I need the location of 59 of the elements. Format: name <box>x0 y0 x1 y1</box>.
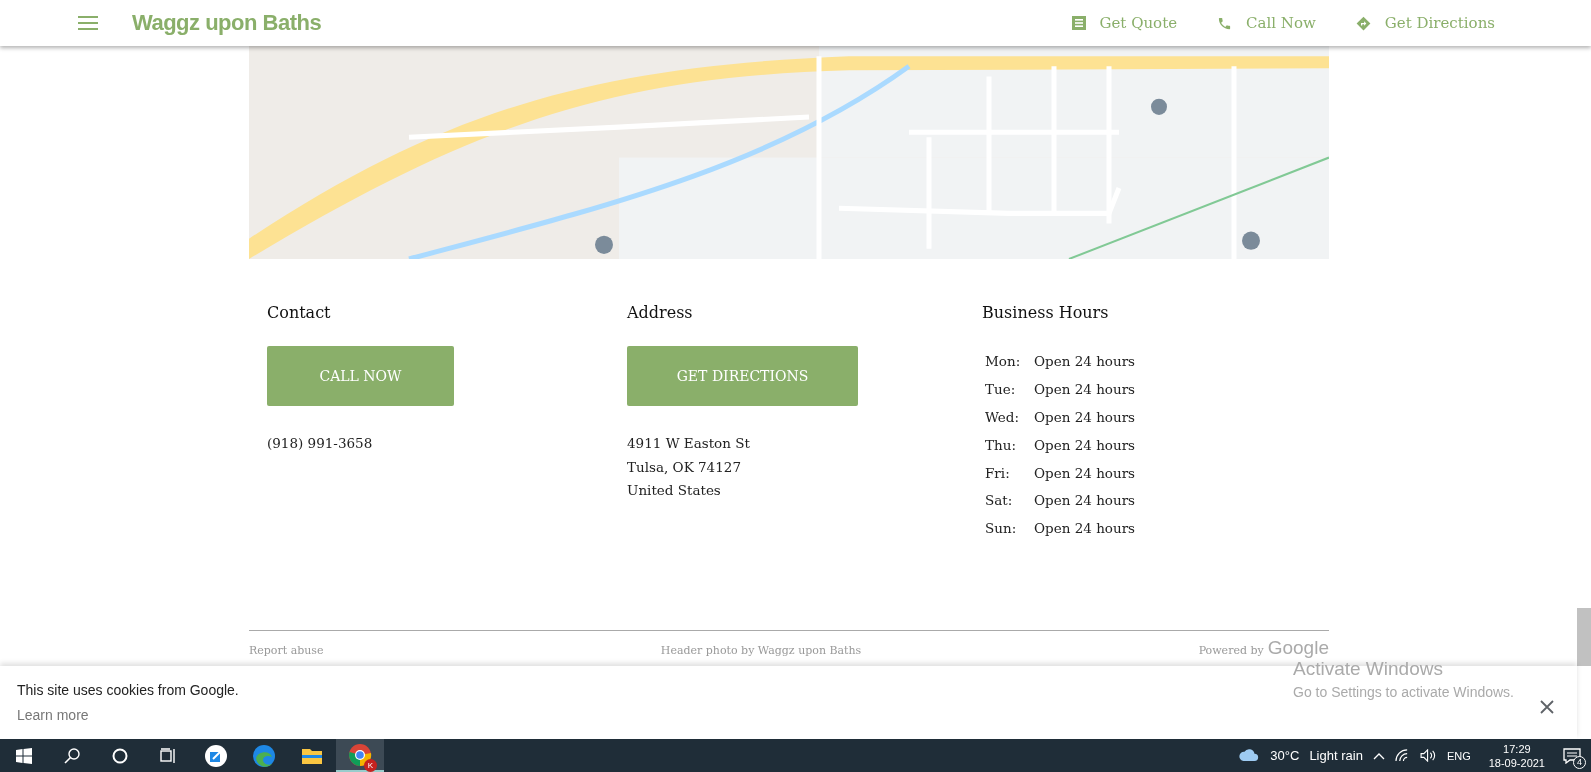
app-icon <box>204 743 228 768</box>
report-abuse-link[interactable]: Report abuse <box>249 644 324 657</box>
directions-icon <box>1355 15 1371 31</box>
task-view-icon <box>160 747 176 764</box>
wifi-icon[interactable] <box>1394 749 1410 762</box>
google-logo: Google <box>1267 639 1329 657</box>
browser-icon <box>252 743 276 768</box>
browser-icon <box>348 742 372 767</box>
hours-value: Open 24 hours <box>1034 435 1136 455</box>
activation-message: Go to Settings to activate Windows. <box>1293 684 1514 700</box>
cloud-icon <box>1238 748 1261 763</box>
notification-count: 4 <box>1573 755 1586 769</box>
call-now-button[interactable]: CALL NOW <box>267 346 454 406</box>
close-icon[interactable] <box>1540 699 1554 714</box>
notification-icon[interactable] <box>1563 747 1581 764</box>
day-label: Tue: <box>985 379 1017 399</box>
hours-value: Open 24 hours <box>1034 407 1136 427</box>
temperature: 30°C <box>1270 748 1300 763</box>
day-label: Thu: <box>985 435 1017 455</box>
learn-more-link[interactable]: Learn more <box>17 707 239 723</box>
address-line: 4911 W Easton St <box>627 434 751 453</box>
clock-time[interactable]: 17:29 <box>1503 741 1531 756</box>
day-label: Fri: <box>985 463 1011 483</box>
header-link[interactable]: Get Quote <box>1071 14 1178 32</box>
address-line: Tulsa, OK 74127 <box>627 457 742 477</box>
powered-by-text: Powered by <box>1198 644 1264 657</box>
list-icon <box>1071 16 1086 30</box>
speaker-icon[interactable] <box>1419 749 1437 762</box>
get-directions-button[interactable]: GET DIRECTIONS <box>627 346 858 406</box>
hours-value: Open 24 hours <box>1034 352 1136 371</box>
section-heading: Address <box>627 303 694 322</box>
language-indicator[interactable]: ENG <box>1446 749 1471 762</box>
chevron-up-icon[interactable] <box>1372 751 1385 760</box>
activation-title: Activate Windows <box>1293 658 1444 680</box>
hours-value: Open 24 hours <box>1034 491 1136 511</box>
section-heading: Contact <box>267 303 332 322</box>
circle-icon <box>112 747 128 764</box>
phone-icon <box>1217 15 1233 31</box>
cookie-message: This site uses cookies from Google. <box>17 682 239 698</box>
search-icon <box>64 747 80 764</box>
scrollbar[interactable] <box>1577 608 1591 666</box>
phone-number: (918) 991-3658 <box>267 434 374 453</box>
hours-value: Open 24 hours <box>1034 463 1136 483</box>
day-label: Wed: <box>985 407 1020 427</box>
hours-value: Open 24 hours <box>1034 379 1136 399</box>
photo-credit: Header photo by Waggz upon Baths <box>660 644 862 657</box>
day-label: Sun: <box>985 519 1018 539</box>
day-label: Sat: <box>985 491 1014 511</box>
day-label: Mon: <box>985 352 1022 371</box>
windows-icon <box>16 747 32 764</box>
taskbar-button[interactable]: K <box>336 739 384 772</box>
header-link[interactable]: Call Now <box>1217 14 1316 32</box>
site-title[interactable]: Waggz upon Baths <box>132 10 322 36</box>
hours-value: Open 24 hours <box>1034 519 1136 539</box>
address-line: United States <box>627 481 722 500</box>
weather-text: Light rain <box>1309 748 1363 763</box>
section-heading: Business Hours <box>982 303 1110 322</box>
clock-date[interactable]: 18-09-2021 <box>1488 755 1545 770</box>
header-link[interactable]: Get Directions <box>1355 14 1495 32</box>
